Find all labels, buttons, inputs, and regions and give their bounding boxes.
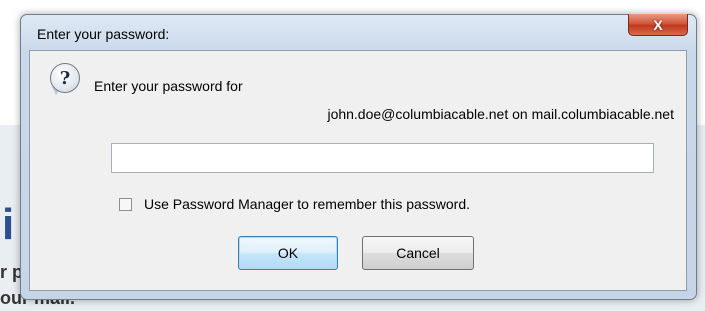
close-icon: X — [653, 16, 663, 33]
password-manager-option[interactable]: Use Password Manager to remember this pa… — [119, 196, 470, 212]
password-manager-checkbox[interactable] — [119, 197, 132, 211]
prompt-text: Enter your password for — [94, 78, 243, 94]
account-text: john.doe@columbiacable.net on mail.colum… — [327, 106, 674, 122]
ok-button[interactable]: OK — [238, 236, 338, 270]
background-heading-fragment: i — [2, 200, 14, 249]
dialog-title: Enter your password: — [37, 26, 170, 42]
close-button[interactable]: X — [628, 14, 688, 36]
question-icon: ? — [50, 63, 80, 93]
dialog-client-area: ? Enter your password for john.doe@colum… — [29, 50, 687, 291]
password-dialog: Enter your password: X ? Enter your pass… — [20, 14, 697, 300]
password-input[interactable] — [111, 143, 654, 173]
password-manager-label[interactable]: Use Password Manager to remember this pa… — [144, 196, 470, 212]
cancel-button[interactable]: Cancel — [362, 236, 474, 270]
